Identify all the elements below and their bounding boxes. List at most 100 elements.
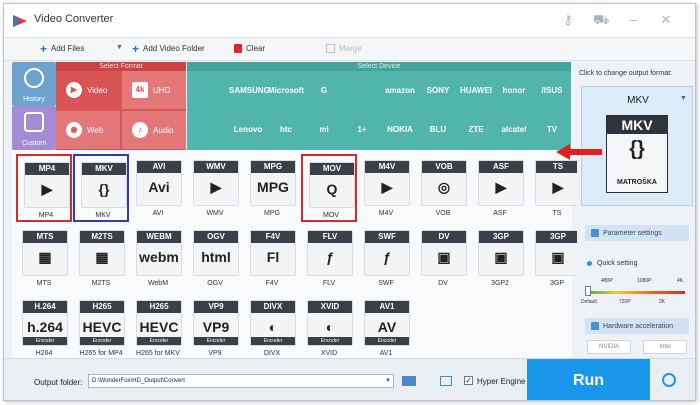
minimize-button[interactable]: – — [626, 12, 642, 28]
device-brand[interactable]: 1+ — [343, 111, 381, 149]
title-bar: Video Converter ⚷ ⛟ – ✕ — [4, 4, 695, 38]
device-brand[interactable] — [191, 111, 229, 149]
cart-icon[interactable]: ⛟ — [593, 12, 609, 28]
device-brand[interactable]: Lenovo — [229, 111, 267, 149]
hyper-engine-checkbox[interactable]: ✓ — [464, 376, 473, 385]
device-brand[interactable]: SONY — [419, 72, 457, 110]
format-tile[interactable]: H265 HEVC Encoder H265 for MP4 — [73, 294, 129, 362]
format-icon: WEBM webm — [136, 230, 182, 276]
quality-slider-handle[interactable] — [585, 286, 591, 296]
format-icon-glyph: Avi — [148, 179, 170, 195]
format-tile[interactable]: VP9 VP9 Encoder VP9 — [187, 294, 243, 362]
category-video[interactable]: ▶ Video — [56, 71, 120, 109]
format-icon-band: SWF — [365, 231, 409, 243]
clear-button[interactable]: Clear — [234, 44, 265, 53]
format-icon-glyph: ▶ — [552, 179, 564, 195]
app-window: Video Converter ⚷ ⛟ – ✕ + Add Files ▼ + … — [3, 3, 696, 401]
format-icon-band: H265 — [80, 301, 124, 313]
format-icon: VOB ◎ — [421, 160, 467, 206]
key-icon[interactable]: ⚷ — [560, 12, 576, 28]
category-uhd[interactable]: 4k UHD — [122, 71, 186, 109]
format-tile[interactable]: DIVX ◐ Encoder DIVX — [244, 294, 300, 362]
format-tile[interactable]: SWF ƒ SWF — [358, 224, 414, 292]
format-icon: AV1 AV Encoder — [364, 300, 410, 346]
format-tile[interactable]: MP4 ▶ MP4 — [16, 154, 72, 222]
device-brand[interactable]: HUAWEI — [457, 72, 495, 110]
format-tile[interactable]: OGV html OGV — [187, 224, 243, 292]
run-button[interactable]: Run — [527, 359, 650, 400]
chevron-down-icon: ▼ — [680, 95, 687, 102]
parameter-settings-button[interactable]: Parameter settings — [585, 225, 689, 241]
alarm-clock-icon[interactable] — [662, 373, 676, 387]
hardware-acceleration-button[interactable]: Hardware acceleration — [585, 318, 689, 334]
format-icon-band: DIVX — [251, 301, 295, 313]
device-brand[interactable]: /ISUS — [533, 72, 571, 110]
add-video-folder-label: Add Video Folder — [143, 44, 205, 53]
device-brand[interactable]: ZTE — [457, 111, 495, 149]
tab-history[interactable]: History — [12, 62, 56, 106]
play-icon: ▶ — [66, 82, 82, 98]
quality-slider-track[interactable] — [585, 291, 685, 294]
mkv-icon-glyph: {} — [629, 138, 645, 160]
format-tile[interactable]: VOB ◎ VOB — [415, 154, 471, 222]
device-brand[interactable]: honor — [495, 72, 533, 110]
device-brand[interactable]: amazon — [381, 72, 419, 110]
format-tile[interactable]: AVI Avi AVI — [130, 154, 186, 222]
format-tile[interactable]: F4V Fl F4V — [244, 224, 300, 292]
format-tile[interactable]: WEBM webm WebM — [130, 224, 186, 292]
format-tile[interactable]: M2TS ▦ M2TS — [73, 224, 129, 292]
format-tile[interactable]: H265 HEVC Encoder H265 for MKV — [130, 294, 186, 362]
format-grid: MP4 ▶ MP4 MKV{} MKV AVI Avi AVI WMV ▶ WMV MPG MPG MPG… — [12, 150, 581, 358]
chevron-down-icon[interactable]: ▼ — [382, 374, 394, 388]
format-tile[interactable]: XVID ◐ Encoder XVID — [301, 294, 357, 362]
format-icon: DV ▣ — [421, 230, 467, 276]
encoder-band: Encoder — [308, 337, 352, 345]
add-files-button[interactable]: + Add Files — [40, 43, 84, 55]
device-brand[interactable]: alcatel — [495, 111, 533, 149]
format-tile[interactable]: MPG MPG MPG — [244, 154, 300, 222]
output-folder-field[interactable]: D:\WonderFox\HD_Output\Convert — [88, 374, 394, 388]
format-tile[interactable]: ASF ▶ ASF — [472, 154, 528, 222]
format-icon-glyph: ▶ — [41, 181, 53, 197]
folder-icon[interactable] — [402, 376, 416, 386]
open-output-icon[interactable] — [440, 376, 452, 386]
format-icon-glyph: ◐ — [268, 319, 278, 335]
close-button[interactable]: ✕ — [658, 12, 674, 28]
format-tile[interactable]: MKV {} MKV — [73, 154, 129, 222]
format-tile[interactable]: AV1 AV Encoder AV1 — [358, 294, 414, 362]
add-video-folder-button[interactable]: + Add Video Folder — [132, 43, 205, 55]
format-tile[interactable]: DV ▣ DV — [415, 224, 471, 292]
device-brand[interactable]: BLU — [419, 111, 457, 149]
device-brand[interactable]: NOKIA — [381, 111, 419, 149]
format-tile[interactable]: MTS ▦ MTS — [16, 224, 72, 292]
intel-badge: Intel — [643, 340, 687, 354]
format-tile[interactable]: MOV Q MOV — [301, 154, 357, 222]
format-tile[interactable]: FLV ƒ FLV — [301, 224, 357, 292]
format-tile[interactable]: WMV ▶ WMV — [187, 154, 243, 222]
format-label: H264 — [35, 350, 53, 357]
device-brand[interactable] — [191, 72, 229, 110]
format-tile[interactable]: 3GP ▣ 3GP2 — [472, 224, 528, 292]
format-icon-glyph: webm — [139, 249, 179, 265]
merge-button[interactable]: Merge — [326, 44, 362, 53]
format-tile[interactable]: H.264 h.264 Encoder H264 — [16, 294, 72, 362]
device-brand[interactable]: Microsoft — [267, 72, 305, 110]
device-brand[interactable]: mi — [305, 111, 343, 149]
tab-history-label: History — [23, 96, 45, 103]
format-tile[interactable]: M4V ▶ M4V — [358, 154, 414, 222]
device-brand[interactable]: htc — [267, 111, 305, 149]
mkv-icon-brand: MATROŠKA — [617, 179, 657, 186]
device-brand[interactable]: SAMSUNG — [229, 72, 270, 110]
format-icon-glyph: ◎ — [437, 179, 451, 195]
format-icon-band: DV — [422, 231, 466, 243]
device-brand[interactable]: G — [305, 72, 343, 110]
device-brand[interactable] — [343, 72, 381, 110]
clock-icon — [24, 68, 44, 88]
category-audio[interactable]: ♪ Audio — [122, 111, 186, 149]
format-icon: F4V Fl — [250, 230, 296, 276]
tab-custom[interactable]: Custom — [12, 106, 56, 150]
category-web[interactable]: ◉ Web — [56, 111, 120, 149]
format-icon-glyph: ◐ — [325, 319, 335, 335]
add-folder-dropdown-icon[interactable]: ▼ — [116, 44, 123, 51]
app-title: Video Converter — [34, 13, 114, 25]
